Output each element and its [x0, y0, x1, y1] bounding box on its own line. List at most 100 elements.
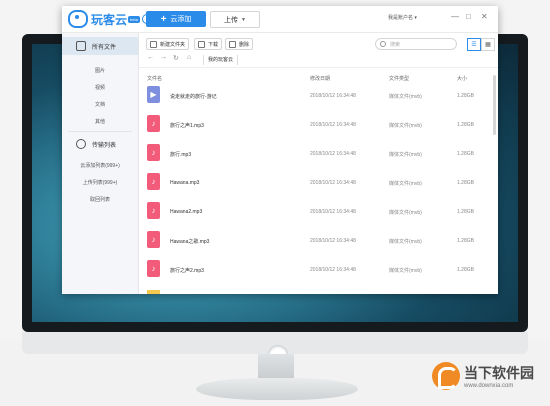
file-type: 媒体文件(mvb): [389, 152, 422, 158]
sidebar-item-images[interactable]: 图片: [62, 67, 138, 74]
monitor-stand-neck: [258, 354, 294, 380]
file-row[interactable]: ♪ 旅行.mp3 2018/10/12 16:34:48 媒体文件(mvb) 1.28G…: [139, 140, 498, 169]
sidebar-item-documents[interactable]: 文档: [62, 101, 138, 108]
grid-view-button[interactable]: ▦: [481, 38, 495, 51]
maximize-icon[interactable]: □: [466, 12, 471, 22]
file-name: 说走就走的旅行-游记: [170, 94, 217, 100]
chevron-down-icon: ▼: [241, 16, 246, 23]
file-row[interactable]: ♪ Hawana.mp3 2018/10/12 16:34:48 媒体文件(mvb) 1…: [139, 169, 498, 198]
plus-icon: +: [160, 13, 167, 25]
trash-icon: [229, 40, 236, 48]
close-icon[interactable]: ✕: [481, 12, 488, 22]
file-row[interactable]: ♪ 旅行之声1.mp3 2018/10/12 16:34:48 媒体文件(mvb) 1.…: [139, 111, 498, 140]
navigation-bar: ← → ↻ ⌂ 我的玩客云: [139, 53, 498, 68]
file-name: 旅行之声2.mp3: [170, 268, 204, 274]
forward-icon[interactable]: →: [160, 54, 167, 61]
music-file-icon: ♪: [147, 173, 160, 190]
sidebar-item-cloud-add-list[interactable]: 云添加列表(999+): [62, 162, 138, 169]
home-icon[interactable]: ⌂: [187, 54, 191, 61]
file-browser: 新建文件夹 下载 删除 搜索 ☰ ▦ ← → ↻ ⌂ 我的玩客云 文件名 修改日…: [139, 33, 498, 294]
brand-logo-icon: [432, 362, 460, 390]
column-header-size[interactable]: 大小: [457, 75, 467, 82]
delete-button[interactable]: 删除: [225, 38, 254, 50]
file-type: 媒体文件(mvb): [389, 181, 422, 187]
title-bar: 玩客云 beta + 云添加 上传 ▼ 我是账户名 ▾ — □ ✕: [62, 6, 498, 33]
file-name: 旅行.mp3: [170, 152, 192, 158]
watermark-name: 当下软件园: [464, 365, 534, 381]
music-file-icon: ♪: [147, 115, 160, 132]
file-type: 媒体文件(mvb): [389, 268, 422, 274]
sidebar-item-retrieve-list[interactable]: 取回列表: [62, 196, 138, 203]
file-type: 媒体文件(mvb): [389, 239, 422, 245]
watermark: 当下软件园 www.downxia.com: [432, 356, 534, 396]
music-file-icon: ♪: [147, 231, 160, 248]
file-date: 2018/10/12 16:34:48: [310, 209, 356, 215]
file-date: 2018/10/12 16:34:48: [310, 238, 356, 244]
file-row[interactable]: ♪ Hawana2.mp3 2018/10/12 16:34:48 媒体文件(mvb)…: [139, 198, 498, 227]
file-type: 媒体文件(mvb): [389, 210, 422, 216]
music-file-icon: ♪: [147, 144, 160, 161]
file-size: 1.28GB: [457, 209, 474, 215]
search-input[interactable]: 搜索: [375, 38, 457, 50]
refresh-icon[interactable]: ↻: [173, 54, 179, 62]
sidebar-all-files[interactable]: 所有文件: [62, 37, 138, 55]
file-name: Hawana2.mp3: [170, 209, 203, 215]
sidebar-item-upload-list[interactable]: 上传列表(999+): [62, 179, 138, 186]
file-size: 1.28GB: [457, 122, 474, 128]
sidebar-divider: [68, 131, 132, 132]
file-row[interactable]: ♪ 旅行之声2.mp3 2018/10/12 16:34:48 媒体文件(mvb) 1.…: [139, 256, 498, 285]
minimize-icon[interactable]: —: [451, 12, 459, 22]
file-type: 媒体文件(mvb): [389, 123, 422, 129]
music-file-icon: ♪: [147, 260, 160, 277]
music-file-icon: ♪: [147, 202, 160, 219]
app-window: 玩客云 beta + 云添加 上传 ▼ 我是账户名 ▾ — □ ✕ 所有文件 图…: [62, 6, 498, 294]
folder-icon: [147, 290, 160, 294]
file-row[interactable]: ♪ Hawana之歌.mp3 2018/10/12 16:34:48 媒体文件(mvb…: [139, 227, 498, 256]
scrollbar[interactable]: [493, 75, 496, 135]
breadcrumb[interactable]: 我的玩客云: [203, 55, 239, 65]
file-row[interactable]: ▶ 说走就走的旅行-游记 2018/10/12 16:34:48 媒体文件(mvb) 1…: [139, 82, 498, 111]
sidebar-item-videos[interactable]: 视频: [62, 84, 138, 91]
file-date: 2018/10/12 16:34:48: [310, 180, 356, 186]
column-header-type[interactable]: 文件类型: [389, 75, 409, 82]
new-folder-button[interactable]: 新建文件夹: [146, 38, 190, 50]
upload-button[interactable]: 上传 ▼: [210, 11, 260, 28]
column-header-date[interactable]: 修改日期: [310, 75, 330, 82]
file-type: 媒体文件(mvb): [389, 94, 422, 100]
cloud-logo-icon: [68, 10, 88, 28]
back-icon[interactable]: ←: [147, 54, 154, 61]
file-name: Hawana.mp3: [170, 180, 200, 186]
layers-icon: [76, 41, 86, 51]
cloud-add-button[interactable]: + 云添加: [146, 11, 206, 27]
folder-plus-icon: [150, 40, 157, 48]
file-date: 2018/10/12 16:34:48: [310, 267, 356, 273]
account-menu[interactable]: 我是账户名 ▾: [388, 14, 417, 21]
search-icon: [380, 41, 386, 47]
file-size: 1.28GB: [457, 180, 474, 186]
column-header-name[interactable]: 文件名: [147, 75, 162, 82]
transfer-icon: [76, 139, 86, 149]
file-size: 1.28GB: [457, 151, 474, 157]
monitor-stand-base: [196, 378, 358, 400]
file-name: Hawana之歌.mp3: [170, 239, 210, 245]
sidebar-transfer-list[interactable]: 传输列表: [62, 135, 138, 153]
watermark-url: www.downxia.com: [464, 383, 514, 389]
video-file-icon: ▶: [147, 86, 160, 103]
logo-text: 玩客云: [91, 12, 128, 27]
file-size: 1.28GB: [457, 267, 474, 273]
file-size: 1.28GB: [457, 93, 474, 99]
download-icon: [198, 40, 205, 48]
list-view-button[interactable]: ☰: [467, 38, 481, 51]
app-logo: 玩客云 beta: [68, 10, 152, 28]
file-name: 旅行之声1.mp3: [170, 123, 204, 129]
sidebar: 所有文件 图片 视频 文档 其他 传输列表 云添加列表(999+) 上传列表(9…: [62, 33, 139, 294]
download-button[interactable]: 下载: [194, 38, 223, 50]
file-date: 2018/10/12 16:34:48: [310, 151, 356, 157]
file-date: 2018/10/12 16:34:48: [310, 122, 356, 128]
cloud-add-label: 云添加: [170, 16, 192, 23]
sidebar-item-other[interactable]: 其他: [62, 118, 138, 125]
file-date: 2018/10/12 16:34:48: [310, 93, 356, 99]
file-size: 1.28GB: [457, 238, 474, 244]
logo-badge: beta: [128, 15, 140, 23]
upload-label: 上传: [224, 16, 239, 24]
